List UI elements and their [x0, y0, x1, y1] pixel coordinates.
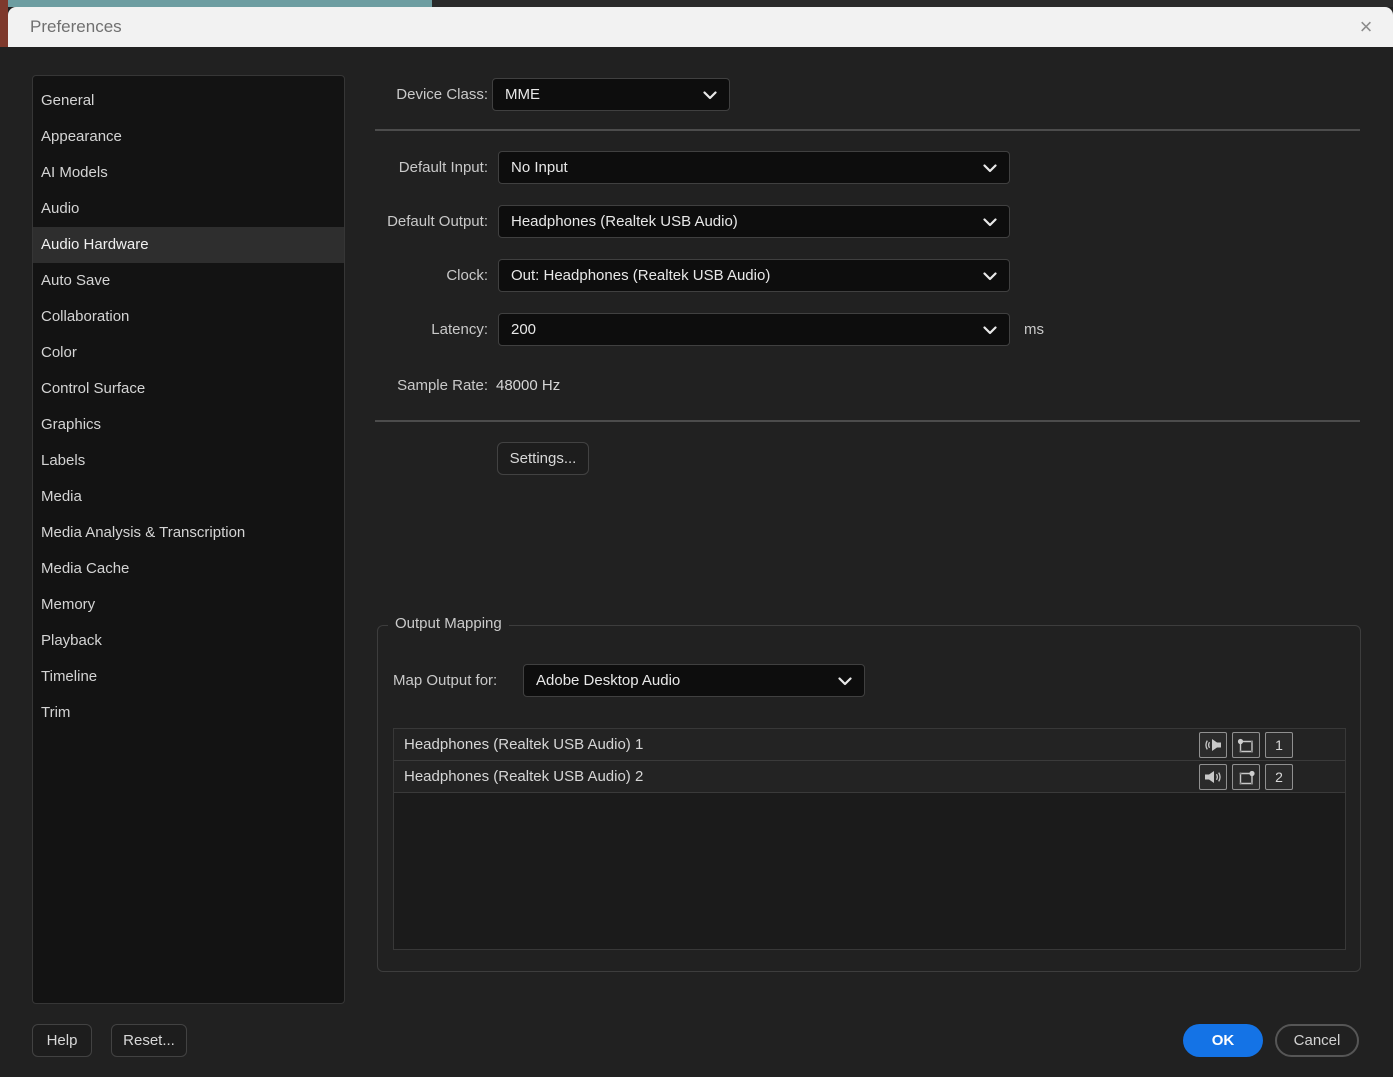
sidebar-item-trim[interactable]: Trim — [33, 695, 344, 731]
map-output-for-value: Adobe Desktop Audio — [536, 672, 681, 689]
chevron-down-icon — [983, 218, 997, 227]
dialog-body: General Appearance AI Models Audio Audio… — [0, 47, 1393, 1077]
preferences-sidebar: General Appearance AI Models Audio Audio… — [32, 75, 345, 1004]
clock-row: Clock: Out: Headphones (Realtek USB Audi… — [370, 259, 1070, 292]
channel-number-badge[interactable]: 2 — [1265, 764, 1293, 790]
sidebar-item-ai-models[interactable]: AI Models — [33, 155, 344, 191]
sample-rate-value: 48000 Hz — [496, 377, 561, 394]
default-input-row: Default Input: No Input — [370, 151, 1070, 184]
cancel-button[interactable]: Cancel — [1275, 1024, 1359, 1057]
sidebar-item-media-cache[interactable]: Media Cache — [33, 551, 344, 587]
sidebar-item-general[interactable]: General — [33, 83, 344, 119]
device-class-label: Device Class: — [396, 86, 488, 103]
close-icon[interactable]: × — [1351, 12, 1381, 42]
default-input-value: No Input — [511, 159, 568, 176]
window-title: Preferences — [30, 17, 122, 36]
device-class-value: MME — [505, 86, 540, 103]
sidebar-item-playback[interactable]: Playback — [33, 623, 344, 659]
help-button[interactable]: Help — [32, 1024, 92, 1057]
default-output-dropdown[interactable]: Headphones (Realtek USB Audio) — [498, 205, 1010, 238]
clock-value: Out: Headphones (Realtek USB Audio) — [511, 267, 771, 284]
divider-top — [375, 129, 1360, 131]
sample-rate-row: Sample Rate: 48000 Hz — [370, 369, 770, 402]
sidebar-item-timeline[interactable]: Timeline — [33, 659, 344, 695]
clock-label: Clock: — [446, 267, 488, 284]
default-output-label: Default Output: — [387, 213, 488, 230]
sidebar-item-appearance[interactable]: Appearance — [33, 119, 344, 155]
speaker-right-icon[interactable] — [1199, 764, 1227, 790]
latency-label: Latency: — [431, 321, 488, 338]
default-output-row: Default Output: Headphones (Realtek USB … — [370, 205, 1070, 238]
chevron-down-icon — [983, 164, 997, 173]
grid-position-top-right-icon[interactable] — [1232, 764, 1260, 790]
chevron-down-icon — [838, 677, 852, 686]
settings-button[interactable]: Settings... — [497, 442, 589, 475]
sidebar-item-audio-hardware[interactable]: Audio Hardware — [33, 227, 344, 263]
sidebar-item-media-analysis[interactable]: Media Analysis & Transcription — [33, 515, 344, 551]
device-class-dropdown[interactable]: MME — [492, 78, 730, 111]
chevron-down-icon — [983, 272, 997, 281]
device-class-row: Device Class: MME — [370, 78, 770, 111]
sidebar-item-auto-save[interactable]: Auto Save — [33, 263, 344, 299]
default-input-dropdown[interactable]: No Input — [498, 151, 1010, 184]
latency-unit: ms — [1024, 321, 1044, 338]
output-mapping-group: Output Mapping Map Output for: Adobe Des… — [377, 615, 1361, 972]
chevron-down-icon — [703, 91, 717, 100]
ok-button[interactable]: OK — [1183, 1024, 1263, 1057]
sidebar-item-memory[interactable]: Memory — [33, 587, 344, 623]
sidebar-item-graphics[interactable]: Graphics — [33, 407, 344, 443]
background-strip-teal — [0, 0, 432, 7]
default-input-label: Default Input: — [398, 159, 488, 176]
sidebar-item-color[interactable]: Color — [33, 335, 344, 371]
sidebar-item-labels[interactable]: Labels — [33, 443, 344, 479]
background-strip-dark — [432, 0, 1393, 7]
clock-dropdown[interactable]: Out: Headphones (Realtek USB Audio) — [498, 259, 1010, 292]
sample-rate-label: Sample Rate: — [397, 377, 488, 394]
sidebar-item-collaboration[interactable]: Collaboration — [33, 299, 344, 335]
default-output-value: Headphones (Realtek USB Audio) — [511, 213, 738, 230]
channel-row-1[interactable]: Headphones (Realtek USB Audio) 1 1 — [394, 729, 1345, 761]
map-output-for-dropdown[interactable]: Adobe Desktop Audio — [523, 664, 865, 697]
speaker-left-icon[interactable] — [1199, 732, 1227, 758]
sidebar-item-media[interactable]: Media — [33, 479, 344, 515]
sidebar-item-audio[interactable]: Audio — [33, 191, 344, 227]
latency-dropdown[interactable]: 200 — [498, 313, 1010, 346]
latency-value: 200 — [511, 321, 537, 338]
output-channel-list: Headphones (Realtek USB Audio) 1 1 Headp… — [393, 728, 1346, 950]
channel-number-badge[interactable]: 1 — [1265, 732, 1293, 758]
latency-row: Latency: 200 ms — [370, 313, 1070, 346]
map-output-for-label: Map Output for: — [393, 672, 498, 689]
title-bar: Preferences × — [8, 7, 1393, 47]
preferences-dialog: Preferences × General Appearance AI Mode… — [0, 0, 1393, 1077]
reset-button[interactable]: Reset... — [111, 1024, 187, 1057]
chevron-down-icon — [983, 326, 997, 335]
divider-middle — [375, 420, 1360, 422]
grid-position-top-left-icon[interactable] — [1232, 732, 1260, 758]
channel-name: Headphones (Realtek USB Audio) 1 — [404, 736, 644, 753]
channel-row-2[interactable]: Headphones (Realtek USB Audio) 2 2 — [394, 761, 1345, 793]
output-mapping-legend: Output Mapping — [388, 615, 509, 632]
channel-name: Headphones (Realtek USB Audio) 2 — [404, 768, 644, 785]
sidebar-item-control-surface[interactable]: Control Surface — [33, 371, 344, 407]
